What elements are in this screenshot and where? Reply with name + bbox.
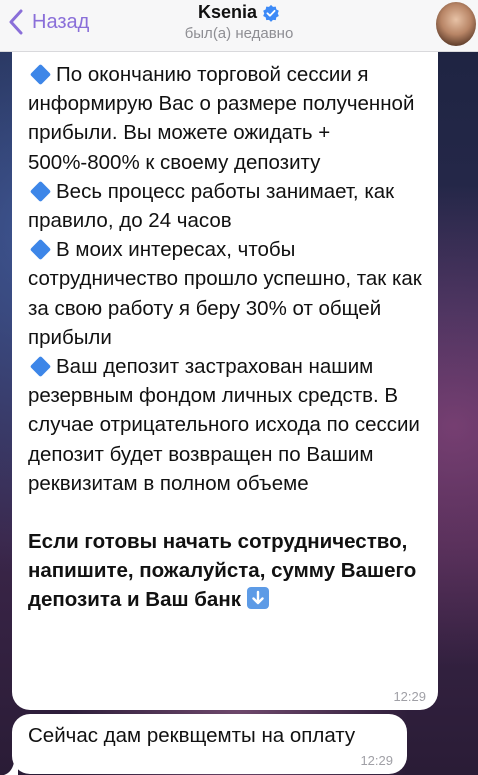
blue-diamond-icon [29, 356, 52, 378]
message-paragraph: По окончанию торговой сессии я информиру… [28, 60, 430, 177]
message-text: По окончанию торговой сессии я информиру… [28, 60, 430, 615]
contact-name-row: Ksenia [198, 2, 280, 23]
chat-header: Назад Ksenia был(а) недавно [0, 0, 478, 52]
message-paragraph: В моих интересах, чтобы сотрудничество п… [28, 235, 430, 352]
blue-diamond-icon [29, 239, 52, 261]
message-time: 12:29 [393, 689, 426, 704]
blue-diamond-icon [29, 63, 52, 86]
message-bubble[interactable]: По окончанию торговой сессии я информиру… [12, 52, 438, 710]
message-bubble[interactable]: Сейчас дам реквщемты на оплату 12:29 [12, 714, 407, 774]
paragraph-text: В моих интересах, чтобы сотрудничество п… [28, 238, 422, 349]
paragraph-text: Весь процесс работы занимает, как правил… [28, 179, 395, 233]
message-paragraph: Ваш депозит застрахован нашим резервным … [28, 352, 430, 498]
paragraph-text: По окончанию торговой сессии я информиру… [28, 63, 415, 174]
contact-info[interactable]: Ksenia был(а) недавно [0, 2, 478, 42]
bubble-tail [4, 762, 18, 775]
paragraph-text: Ваш депозит застрахован нашим резервным … [28, 355, 420, 495]
contact-status: был(а) недавно [184, 25, 294, 42]
avatar[interactable] [436, 2, 476, 46]
message-call-to-action: Если готовы начать сотрудничество, напиш… [28, 527, 430, 615]
verified-badge-icon [263, 4, 279, 22]
message-text: Сейчас дам реквщемты на оплату [28, 724, 356, 747]
cta-text: Если готовы начать сотрудничество, напиш… [28, 530, 417, 612]
message-paragraph: Весь процесс работы занимает, как правил… [28, 177, 430, 235]
blue-diamond-icon [29, 180, 52, 202]
down-arrow-button-icon [246, 587, 269, 610]
contact-name: Ksenia [197, 2, 258, 22]
message-time: 12:29 [360, 753, 393, 768]
